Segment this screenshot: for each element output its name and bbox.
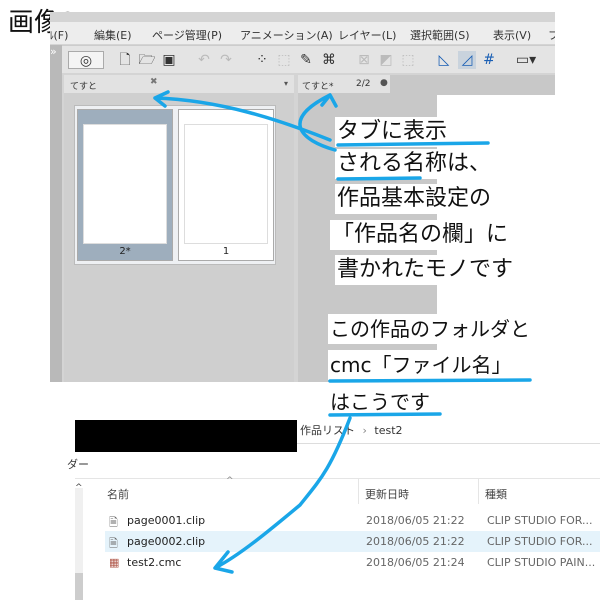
underline	[328, 412, 442, 417]
underline	[328, 378, 532, 383]
arrow-to-canvas-tab	[298, 93, 338, 152]
underline	[336, 176, 422, 181]
underline	[336, 141, 490, 147]
arrow-to-cmc-file	[213, 416, 352, 574]
annotation-arrows	[153, 90, 532, 574]
